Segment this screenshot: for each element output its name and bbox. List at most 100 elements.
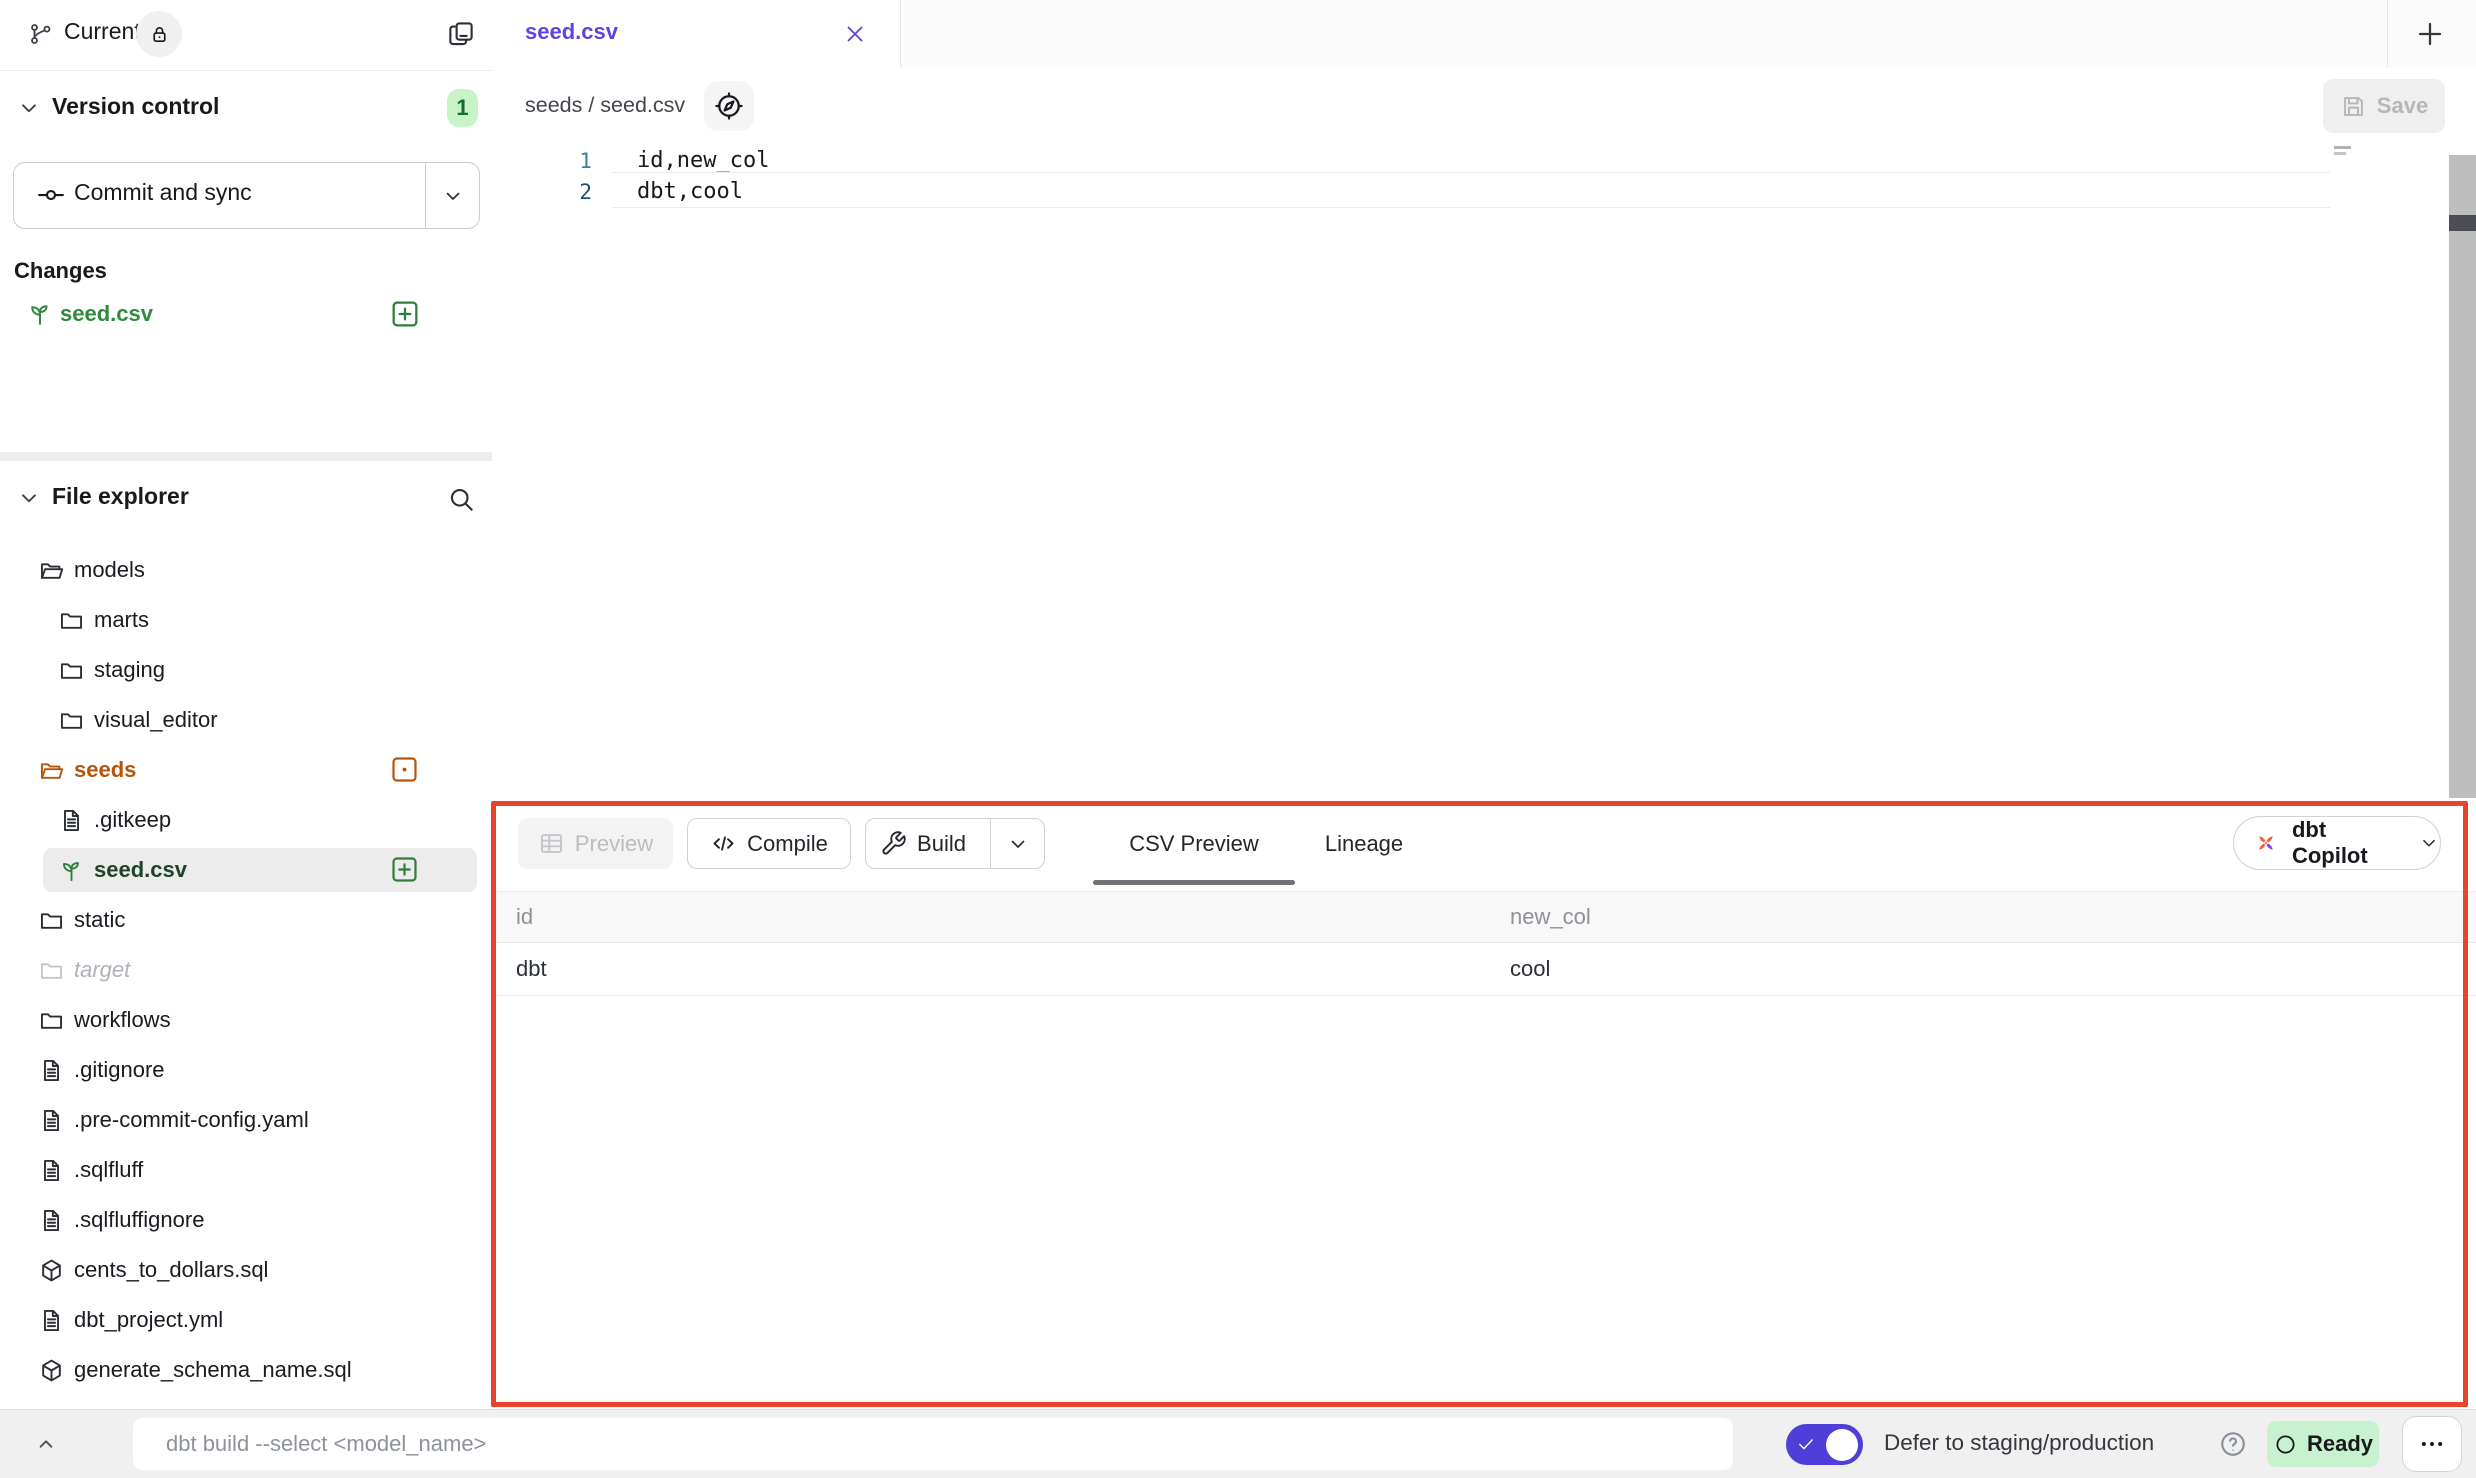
file-explorer-tree: models marts staging visual_editorseeds .git… (0, 545, 492, 1395)
close-tab-icon[interactable] (842, 21, 868, 47)
file-explorer-item--sqlfluff[interactable]: .sqlfluff (0, 1145, 492, 1195)
help-icon[interactable] (2218, 1429, 2248, 1459)
chevron-down-icon (441, 184, 465, 208)
tab-seed-csv[interactable]: seed.csv (492, 0, 901, 69)
defer-toggle[interactable] (1786, 1424, 1863, 1465)
lineage-compass-button[interactable] (704, 81, 754, 131)
editor-scrollbar[interactable] (2449, 155, 2476, 798)
check-icon (1796, 1434, 1816, 1454)
save-button[interactable]: Save (2323, 79, 2445, 133)
changed-file-row[interactable]: seed.csv (0, 292, 492, 336)
table-icon (538, 830, 565, 857)
active-tab-underline (1093, 880, 1295, 885)
file-icon (38, 1207, 65, 1234)
line-number: 2 (492, 180, 592, 204)
file-icon (38, 1307, 65, 1334)
file-explorer-item-dbt-project-yml[interactable]: dbt_project.yml (0, 1295, 492, 1345)
changes-count-badge: 1 (447, 89, 478, 127)
line-number: 1 (492, 149, 592, 173)
file-name: marts (94, 607, 149, 633)
file-name: staging (94, 657, 165, 683)
file-name: models (74, 557, 145, 583)
duplicate-file-icon[interactable] (446, 19, 476, 49)
more-options-button[interactable] (2402, 1416, 2462, 1472)
dbt-copilot-label: dbt Copilot (2292, 817, 2400, 869)
lock-icon (148, 23, 171, 46)
save-button-label: Save (2377, 93, 2428, 119)
compile-button-label: Compile (747, 831, 828, 857)
file-icon (38, 1107, 65, 1134)
code-icon (710, 830, 737, 857)
preview-button[interactable]: Preview (518, 818, 673, 869)
branch-lock-chip (136, 11, 182, 57)
changes-section-title: Changes (14, 258, 107, 284)
chevron-down-icon (2418, 832, 2440, 854)
tab-lineage[interactable]: Lineage (1303, 818, 1425, 869)
file-explorer-item-static[interactable]: static (0, 895, 492, 945)
branch-header: Current (0, 0, 492, 71)
new-tab-button[interactable] (2408, 14, 2452, 54)
file-name: static (74, 907, 125, 933)
status-bar: Defer to staging/production Ready (0, 1409, 2476, 1478)
main-area: seed.csv seeds / seed.csv Save 1 id,new_… (492, 0, 2476, 1410)
sidebar-section-divider (0, 452, 492, 461)
tab-csv-preview[interactable]: CSV Preview (1093, 818, 1295, 869)
git-branch-icon (28, 21, 54, 47)
file-explorer-item-workflows[interactable]: workflows (0, 995, 492, 1045)
file-explorer-item-seeds[interactable]: seeds (0, 745, 492, 795)
file-icon (38, 1057, 65, 1084)
scrollbar-thumb[interactable] (2449, 215, 2476, 231)
preview-button-label: Preview (575, 831, 653, 857)
results-panel: Preview Compile Build CSV Preview Lineag… (492, 802, 2476, 1410)
version-control-header[interactable]: Version control 1 (0, 88, 492, 128)
file-explorer-item--pre-commit-config-yaml[interactable]: .pre-commit-config.yaml (0, 1095, 492, 1145)
file-explorer-item-marts[interactable]: marts (0, 595, 492, 645)
build-button[interactable]: Build (865, 818, 1045, 869)
file-explorer-item-target[interactable]: target (0, 945, 492, 995)
chevron-down-icon[interactable] (16, 485, 42, 511)
chevron-down-icon (1006, 832, 1030, 856)
status-ready-badge[interactable]: Ready (2267, 1421, 2379, 1467)
file-explorer-title: File explorer (52, 483, 189, 510)
branch-name: Current (64, 18, 141, 45)
command-input[interactable] (133, 1418, 1733, 1470)
file-explorer-item-seed-csv[interactable]: seed.csv (0, 845, 492, 895)
added-file-badge (389, 854, 420, 885)
status-ready-label: Ready (2307, 1431, 2373, 1457)
chevron-down-icon[interactable] (16, 95, 42, 121)
save-icon (2340, 93, 2367, 120)
git-commit-icon (36, 180, 66, 210)
table-header-row: id new_col (492, 891, 2476, 943)
table-cell: cool (1510, 956, 2476, 982)
commit-and-sync-button[interactable]: Commit and sync (13, 162, 480, 229)
file-explorer-item-cents-to-dollars-sql[interactable]: cents_to_dollars.sql (0, 1245, 492, 1295)
build-button-main[interactable]: Build (866, 819, 980, 868)
seedling-icon (26, 300, 54, 328)
file-explorer-item--gitkeep[interactable]: .gitkeep (0, 795, 492, 845)
file-explorer-item--sqlfluffignore[interactable]: .sqlfluffignore (0, 1195, 492, 1245)
folder-icon (58, 707, 85, 734)
file-explorer-item-staging[interactable]: staging (0, 645, 492, 695)
wrench-icon (880, 830, 907, 857)
file-icon (58, 807, 85, 834)
compass-icon (713, 90, 745, 122)
file-icon (38, 1157, 65, 1184)
collapse-panel-button[interactable] (24, 1426, 68, 1462)
file-name: seeds (74, 757, 136, 783)
build-options-dropdown[interactable] (990, 819, 1044, 868)
commit-options-dropdown[interactable] (425, 163, 479, 228)
search-icon[interactable] (446, 484, 476, 514)
dbt-copilot-button[interactable]: dbt Copilot (2233, 816, 2441, 870)
file-name: visual_editor (94, 707, 218, 733)
file-explorer-item--gitignore[interactable]: .gitignore (0, 1045, 492, 1095)
code-editor[interactable]: 1 id,new_col 2 dbt,cool (492, 145, 2476, 802)
version-control-title: Version control (52, 93, 219, 120)
file-explorer-header[interactable]: File explorer (0, 478, 492, 524)
compile-button[interactable]: Compile (687, 818, 851, 869)
line-content: id,new_col (637, 148, 769, 173)
folder-icon (38, 957, 65, 984)
file-explorer-item-models[interactable]: models (0, 545, 492, 595)
file-explorer-item-generate-schema-name-sql[interactable]: generate_schema_name.sql (0, 1345, 492, 1395)
file-explorer-item-visual-editor[interactable]: visual_editor (0, 695, 492, 745)
csv-preview-table: id new_col dbt cool (492, 891, 2476, 996)
